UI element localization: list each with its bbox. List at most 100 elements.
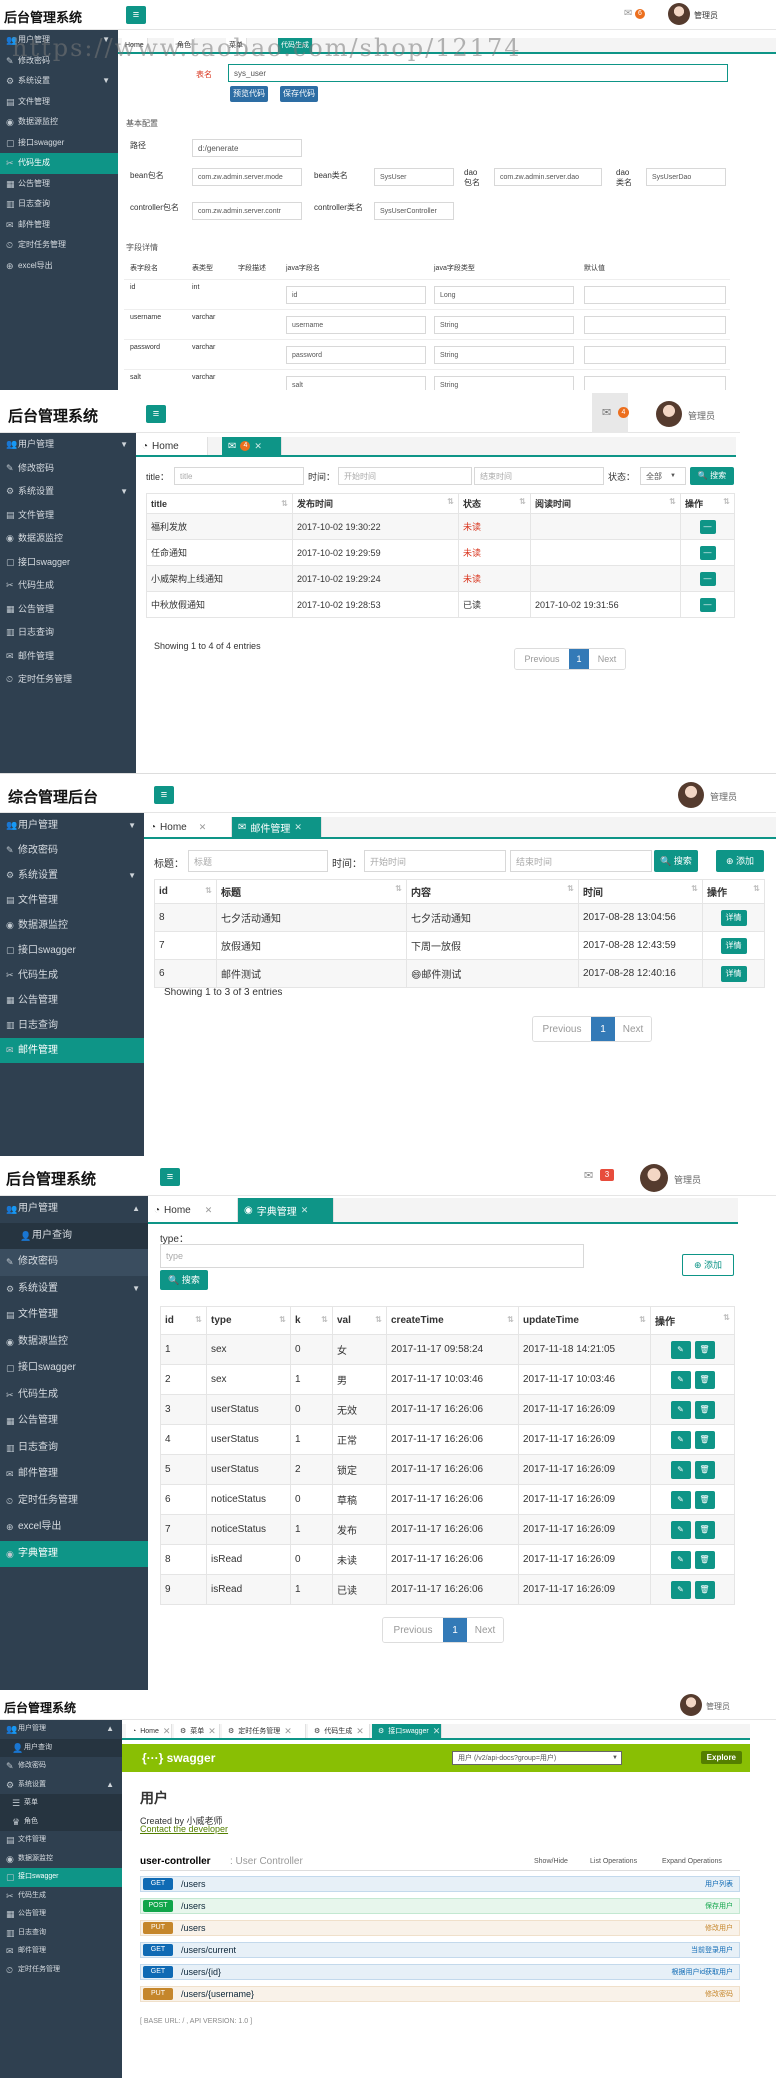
controller-name[interactable]: user-controller (140, 1856, 211, 1867)
sort-icon[interactable]: ⇅ (753, 884, 760, 893)
http-method-badge[interactable]: GET (143, 1966, 173, 1978)
endpoint-path[interactable]: /users/{id} (181, 1967, 221, 1977)
sort-icon[interactable]: ⇅ (279, 1315, 286, 1324)
column-header[interactable]: val ⇅ (332, 1306, 387, 1335)
http-method-badge[interactable]: GET (143, 1878, 173, 1890)
type-input[interactable]: type (160, 1244, 584, 1268)
detail-button[interactable]: 详情 (720, 965, 747, 982)
menu-toggle-button[interactable]: ≡ (146, 405, 166, 423)
add-button[interactable]: ⊕ 添加 (716, 850, 764, 872)
endpoint-summary[interactable]: 根据用户id获取用户 (672, 1967, 733, 1977)
column-header[interactable]: k ⇅ (290, 1306, 333, 1335)
column-header[interactable]: type ⇅ (206, 1306, 291, 1335)
http-method-badge[interactable]: POST (143, 1900, 173, 1912)
sidebar-item[interactable]: ✂ 代码生成 (0, 963, 144, 988)
table-name-input[interactable]: sys_user (228, 64, 728, 82)
edit-button[interactable]: ✎ (670, 1430, 691, 1449)
column-header[interactable]: 操作 ⇅ (680, 493, 735, 514)
endpoint-path[interactable]: /users (181, 1901, 206, 1911)
tab-home[interactable]: ◔ Home (136, 437, 208, 455)
sort-icon[interactable]: ⇅ (395, 884, 402, 893)
edit-button[interactable]: ✎ (670, 1580, 691, 1599)
prev-button[interactable]: Previous (383, 1618, 443, 1642)
delete-button[interactable]: 🗑 (694, 1550, 715, 1569)
column-header[interactable]: 时间 ⇅ (578, 879, 703, 904)
menu-toggle-button[interactable]: ≡ (154, 786, 174, 804)
endpoint-path[interactable]: /users/{username} (181, 1989, 254, 1999)
sidebar-item[interactable]: ▤ 文件管理 (0, 504, 136, 528)
delete-button[interactable]: 🗑 (694, 1580, 715, 1599)
sidebar-item[interactable]: 👤 用户查询 (0, 1738, 122, 1757)
sort-icon[interactable]: ⇅ (669, 497, 676, 506)
sort-icon[interactable]: ⇅ (723, 1313, 730, 1322)
detail-button[interactable]: 详情 (720, 909, 747, 926)
sidebar-item[interactable]: ⊕ excel导出 (0, 1514, 148, 1541)
java-field-name-input[interactable]: username (286, 316, 426, 334)
sidebar-item[interactable]: ✎ 修改密码 (0, 838, 144, 863)
sidebar-item[interactable]: ▥ 日志查询 (0, 1924, 122, 1943)
sort-icon[interactable]: ⇅ (375, 1315, 382, 1324)
tab-home[interactable]: ◔ Home ✕ (144, 817, 232, 837)
view-button[interactable]: — (699, 597, 716, 612)
java-field-name-input[interactable]: id (286, 286, 426, 304)
sort-icon[interactable]: ⇅ (639, 1315, 646, 1324)
tab-3[interactable]: ⚙ 代码生成 ✕ (308, 1724, 370, 1738)
sidebar-item[interactable]: ✎ 修改密码 (0, 1249, 148, 1276)
edit-button[interactable]: ✎ (670, 1460, 691, 1479)
http-method-badge[interactable]: GET (143, 1944, 173, 1956)
endpoint-summary[interactable]: 修改密码 (705, 1989, 733, 1999)
close-icon[interactable]: ✕ (163, 1726, 171, 1737)
sidebar-item[interactable]: ▤ 文件管理 (0, 888, 144, 913)
tab-home[interactable]: ◔ Home ✕ (148, 1198, 238, 1222)
sidebar-item[interactable]: ✉ 邮件管理 (0, 215, 118, 236)
sidebar-item[interactable]: 👥 用户管理 ▼ (0, 813, 144, 838)
sidebar-item[interactable]: ☰ 菜单 (0, 1794, 122, 1813)
close-icon[interactable]: ✕ (284, 1726, 292, 1737)
avatar[interactable] (668, 3, 690, 25)
user-name[interactable]: 管理员 (710, 790, 737, 803)
next-button[interactable]: Next (589, 649, 625, 669)
java-field-name-input[interactable]: salt (286, 376, 426, 390)
sort-icon[interactable]: ⇅ (447, 497, 454, 506)
avatar[interactable] (640, 1164, 668, 1192)
sidebar-item[interactable]: ▦ 公告管理 (0, 1905, 122, 1924)
default-value-input[interactable] (584, 376, 726, 390)
edit-button[interactable]: ✎ (670, 1520, 691, 1539)
endpoint-summary[interactable]: 保存用户 (705, 1901, 733, 1911)
sidebar-item[interactable]: ◉ 字典管理 (0, 1540, 148, 1567)
search-button[interactable]: 🔍 搜索 (160, 1270, 208, 1290)
title-input[interactable]: title (174, 467, 304, 485)
column-header[interactable]: id ⇅ (160, 1306, 207, 1335)
view-button[interactable]: — (699, 545, 716, 560)
sort-icon[interactable]: ⇅ (281, 499, 288, 508)
sidebar-item[interactable]: ⚙ 系统设置 ▼ (0, 863, 144, 888)
prev-button[interactable]: Previous (515, 649, 569, 669)
endpoint-summary[interactable]: 修改用户 (705, 1923, 733, 1933)
start-time-input[interactable]: 开始时间 (364, 850, 506, 872)
sidebar-item[interactable]: 👥 用户管理 ▲ (0, 1196, 148, 1223)
user-name[interactable]: 管理员 (706, 1701, 730, 1712)
sidebar-item[interactable]: ⚙ 系统设置 ▼ (0, 71, 118, 92)
view-button[interactable]: — (699, 519, 716, 534)
close-icon[interactable]: ✕ (205, 1205, 213, 1216)
sidebar-item[interactable]: ▦ 公告管理 (0, 988, 144, 1013)
tab-0[interactable]: ◔ Home ✕ (126, 1724, 172, 1738)
sidebar-item[interactable]: ▤ 文件管理 (0, 92, 118, 113)
sidebar-item[interactable]: ▤ 文件管理 (0, 1831, 122, 1850)
page-1-button[interactable]: 1 (591, 1017, 615, 1041)
column-header[interactable]: 阅读时间 ⇅ (530, 493, 681, 514)
java-field-type-input[interactable]: String (434, 376, 574, 390)
sidebar-item[interactable]: ✉ 邮件管理 (0, 1461, 148, 1488)
sidebar-item[interactable]: ▥ 日志查询 (0, 621, 136, 645)
user-name[interactable]: 管理员 (688, 409, 715, 422)
explore-button[interactable]: Explore (700, 1751, 742, 1764)
close-icon[interactable]: ✕ (254, 441, 262, 452)
next-button[interactable]: Next (467, 1618, 503, 1642)
sidebar-item[interactable]: ▥ 日志查询 (0, 194, 118, 215)
end-time-input[interactable]: 结束时间 (474, 467, 604, 485)
sidebar-item[interactable]: ▦ 公告管理 (0, 598, 136, 622)
column-header[interactable]: id ⇅ (154, 879, 217, 904)
endpoint-path[interactable]: /users/current (181, 1945, 236, 1955)
title-input[interactable]: 标题 (188, 850, 328, 872)
default-value-input[interactable] (584, 286, 726, 304)
